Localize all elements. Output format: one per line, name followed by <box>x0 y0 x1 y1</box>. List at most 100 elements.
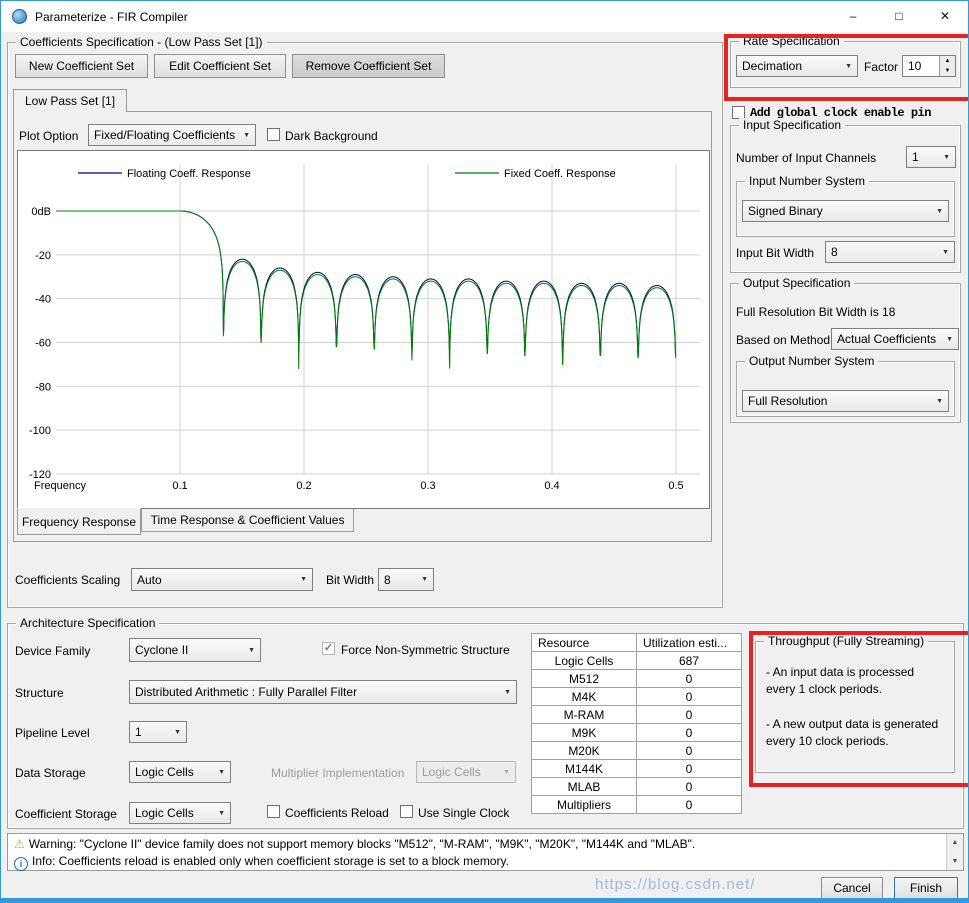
chevron-down-icon: ▼ <box>942 248 949 256</box>
info-text: Info: Coefficients reload is enabled onl… <box>32 854 509 868</box>
resource-value: 0 <box>636 759 742 778</box>
plot-option-select[interactable]: Fixed/Floating Coefficients ▼ <box>88 124 256 146</box>
input-bit-width-label: Input Bit Width <box>736 246 815 260</box>
input-channels-select[interactable]: 1 ▼ <box>906 146 956 168</box>
close-button[interactable]: ✕ <box>922 1 968 32</box>
messages-scrollbar[interactable]: ▲ ▼ <box>946 834 963 870</box>
factor-spinner[interactable]: 10 ▲ ▼ <box>902 55 956 77</box>
coefficients-reload-label: Coefficients Reload <box>285 806 389 820</box>
multiplier-implementation-value: Logic Cells <box>422 765 481 779</box>
warning-row: ⚠ Warning: "Cyclone II" device family doe… <box>14 837 695 851</box>
rate-mode-select[interactable]: Decimation ▼ <box>736 55 858 77</box>
x-tick-label: 0.2 <box>296 480 311 492</box>
resource-table: Resource Utilization esti... Logic Cells… <box>531 633 742 814</box>
cancel-button[interactable]: Cancel <box>821 877 883 900</box>
resource-name: Multipliers <box>531 795 637 814</box>
tab-time-response[interactable]: Time Response & Coefficient Values <box>141 509 354 532</box>
chevron-down-icon: ▼ <box>218 768 225 776</box>
bit-width-select[interactable]: 8 ▼ <box>378 568 434 591</box>
dark-background-label: Dark Background <box>285 129 378 143</box>
legend-label: Fixed Coeff. Response <box>504 168 616 180</box>
x-tick-label: 0.3 <box>420 480 435 492</box>
resource-value: 0 <box>636 687 742 706</box>
structure-select[interactable]: Distributed Arithmetic : Fully Parallel … <box>129 680 517 704</box>
resource-value: 0 <box>636 795 742 814</box>
chevron-down-icon: ▼ <box>943 153 950 161</box>
coefficients-scaling-label: Coefficients Scaling <box>15 573 121 587</box>
minimize-icon: – <box>849 9 857 23</box>
resource-name: M9K <box>531 723 637 742</box>
warning-icon: ⚠ <box>14 837 25 851</box>
resource-table-header-row: Resource Utilization esti... <box>531 633 742 652</box>
resource-name: MLAB <box>531 777 637 796</box>
data-storage-select[interactable]: Logic Cells ▼ <box>129 761 231 783</box>
chevron-down-icon: ▼ <box>300 576 307 583</box>
scroll-up-icon: ▲ <box>951 839 959 846</box>
resource-value: 0 <box>636 669 742 688</box>
spinner-down-button[interactable]: ▼ <box>939 66 955 76</box>
close-icon: ✕ <box>939 9 951 23</box>
tab-frequency-response[interactable]: Frequency Response <box>17 508 141 535</box>
table-row: M144K 0 <box>531 759 742 778</box>
table-row: M20K 0 <box>531 741 742 760</box>
throughput-line2: - A new output data is generated every 1… <box>766 717 939 748</box>
output-number-system-select[interactable]: Full Resolution ▼ <box>742 390 949 412</box>
rate-specification-title: Rate Specification <box>739 34 844 48</box>
minimize-button[interactable]: – <box>830 1 876 32</box>
force-non-symmetric-checkbox[interactable]: ✓ <box>322 642 335 655</box>
based-on-method-label: Based on Method <box>736 333 831 347</box>
multiplier-implementation-label: Multiplier Implementation <box>271 766 405 780</box>
y-tick-label: -100 <box>29 425 51 437</box>
edit-coefficient-set-button[interactable]: Edit Coefficient Set <box>154 54 286 78</box>
watermark: https://blog.csdn.net/ <box>595 876 756 893</box>
input-channels-label: Number of Input Channels <box>736 151 877 165</box>
x-tick-label: 0.1 <box>172 480 187 492</box>
remove-coefficient-set-button[interactable]: Remove Coefficient Set <box>292 54 445 78</box>
coefficients-scaling-select[interactable]: Auto ▼ <box>131 568 313 591</box>
resource-name: M4K <box>531 687 637 706</box>
y-tick-label: -80 <box>35 381 51 393</box>
chevron-down-icon: ▼ <box>936 207 943 215</box>
resource-name: M-RAM <box>531 705 637 724</box>
bit-width-label: Bit Width <box>326 573 375 587</box>
chevron-down-icon: ▼ <box>421 576 428 583</box>
pipeline-level-select[interactable]: 1 ▼ <box>129 721 187 743</box>
new-coefficient-set-button[interactable]: New Coefficient Set <box>15 54 148 78</box>
use-single-clock-checkbox[interactable] <box>400 805 413 818</box>
app-icon <box>12 9 27 24</box>
output-number-system-title: Output Number System <box>745 354 879 368</box>
architecture-specification-title: Architecture Specification <box>16 616 160 630</box>
device-family-select[interactable]: Cyclone II ▼ <box>129 638 261 662</box>
bit-width-value: 8 <box>384 572 391 587</box>
scroll-down-button[interactable]: ▼ <box>947 853 963 870</box>
factor-value: 10 <box>908 59 922 73</box>
spinner-up-icon: ▲ <box>944 58 951 64</box>
series-path <box>55 210 677 357</box>
scroll-up-button[interactable]: ▲ <box>947 834 963 851</box>
based-on-method-select[interactable]: Actual Coefficients ▼ <box>831 328 959 350</box>
input-number-system-select[interactable]: Signed Binary ▼ <box>742 200 949 222</box>
output-specification-title: Output Specification <box>739 276 855 290</box>
coefficients-reload-checkbox[interactable] <box>267 805 280 818</box>
throughput-group: Throughput (Fully Streaming) - An input … <box>755 634 955 773</box>
data-storage-value: Logic Cells <box>135 765 194 779</box>
input-bit-width-select[interactable]: 8 ▼ <box>825 241 955 263</box>
frequency-response-chart: 0dB-20-40-60-80-100-1200.1 0.2 0.3 0.4 0.5Fr… <box>29 164 700 492</box>
chevron-down-icon: ▼ <box>936 397 943 405</box>
resource-value: 0 <box>636 723 742 742</box>
tab-low-pass-set[interactable]: Low Pass Set [1] <box>13 89 128 112</box>
x-tick-label: 0.4 <box>544 480 559 492</box>
table-row: M4K 0 <box>531 687 742 706</box>
table-row: M9K 0 <box>531 723 742 742</box>
coefficient-storage-select[interactable]: Logic Cells ▼ <box>129 802 231 824</box>
x-axis-label: Frequency <box>34 480 86 492</box>
use-single-clock-label: Use Single Clock <box>418 806 510 820</box>
table-row: Logic Cells 687 <box>531 651 742 670</box>
dark-background-checkbox[interactable] <box>267 128 280 141</box>
multiplier-implementation-select: Logic Cells ▼ <box>416 761 516 783</box>
plot-option-label: Plot Option <box>19 129 79 143</box>
finish-button[interactable]: Finish <box>894 877 958 900</box>
resource-name: Logic Cells <box>531 651 637 670</box>
warning-text: Warning: "Cyclone II" device family does… <box>28 837 696 851</box>
maximize-button[interactable]: □ <box>876 1 922 32</box>
